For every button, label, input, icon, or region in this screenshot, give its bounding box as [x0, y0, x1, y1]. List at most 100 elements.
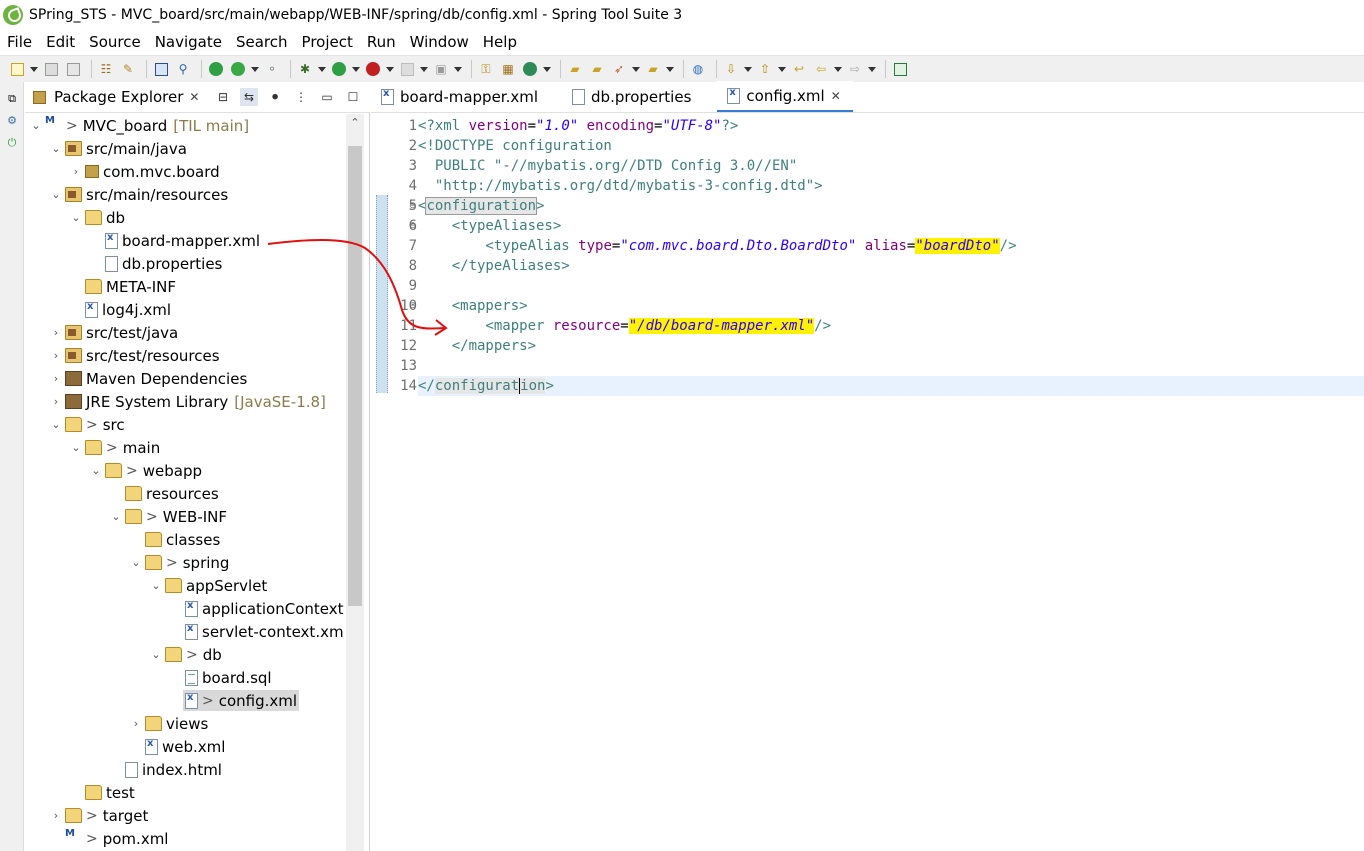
minimize-icon[interactable]: ▭	[318, 88, 336, 106]
menu-run[interactable]: Run	[360, 33, 403, 51]
stop-dropdown-icon[interactable]	[420, 60, 428, 78]
open-task-icon[interactable]: ✎	[119, 60, 137, 78]
tree-item-src-main-resources[interactable]: ⌄ src/main/resources	[25, 183, 345, 206]
menu-search[interactable]: Search	[229, 33, 295, 51]
tree-item-maven-dependencies[interactable]: › Maven Dependencies	[25, 367, 345, 390]
tab-config-xml[interactable]: config.xml ✕	[717, 81, 853, 112]
menu-window[interactable]: Window	[403, 33, 476, 51]
tree-item-web-xml[interactable]: web.xml	[25, 735, 345, 758]
fold-collapse-icon[interactable]: ⊖	[409, 296, 417, 316]
collapsed-arrow-icon[interactable]: ›	[49, 372, 63, 386]
tree-item-test[interactable]: test	[25, 781, 345, 804]
run-dropdown-icon[interactable]	[352, 60, 360, 78]
tab-board-mapper-xml[interactable]: board-mapper.xml	[371, 81, 550, 112]
tree-item-board-mapper-xml[interactable]: board-mapper.xml	[25, 229, 345, 252]
expanded-arrow-icon[interactable]: ⌄	[89, 464, 103, 478]
menu-navigate[interactable]: Navigate	[148, 33, 229, 51]
forward-dropdown-icon[interactable]	[868, 60, 876, 78]
expanded-arrow-icon[interactable]: ⌄	[109, 510, 123, 524]
new-java-project-icon[interactable]: ⚿	[477, 60, 495, 78]
menu-help[interactable]: Help	[476, 33, 524, 51]
tab-db-properties[interactable]: db.properties	[550, 81, 703, 112]
tree-item-spring[interactable]: ⌄ > spring	[25, 551, 345, 574]
menu-source[interactable]: Source	[82, 33, 148, 51]
tree-item-mvc-board[interactable]: ⌄ > MVC_board [TIL main]	[25, 114, 345, 137]
collapsed-arrow-icon[interactable]: ›	[49, 349, 63, 363]
focus-icon[interactable]: ⚫	[266, 88, 284, 106]
collapsed-arrow-icon[interactable]: ›	[49, 809, 63, 823]
view-menu-icon[interactable]: ⋮	[292, 88, 310, 106]
tree-item-src-test-java[interactable]: › src/test/java	[25, 321, 345, 344]
next-annotation-dropdown-icon[interactable]	[744, 60, 752, 78]
boot-dropdown-icon[interactable]	[251, 60, 259, 78]
new-class-dropdown-icon[interactable]	[543, 60, 551, 78]
link-with-editor-icon[interactable]: ⇆	[240, 88, 258, 106]
expanded-arrow-icon[interactable]: ⌄	[49, 418, 63, 432]
tree-item-applicationcontext-xml[interactable]: applicationContext.x	[25, 597, 345, 620]
tree-item-src-test-resources[interactable]: › src/test/resources	[25, 344, 345, 367]
hierarchy-icon[interactable]: ⚙	[5, 114, 19, 128]
menu-file[interactable]: File	[0, 33, 39, 51]
coverage-dropdown-icon[interactable]	[454, 60, 462, 78]
scrollbar-thumb[interactable]	[348, 146, 362, 606]
new-icon[interactable]	[8, 60, 26, 78]
collapsed-arrow-icon[interactable]: ›	[49, 395, 63, 409]
launch-icon[interactable]: ➶	[610, 60, 628, 78]
collapsed-arrow-icon[interactable]: ›	[49, 326, 63, 340]
coverage-icon[interactable]: ▣	[432, 60, 450, 78]
expanded-arrow-icon[interactable]: ⌄	[149, 648, 163, 662]
new-dropdown-icon[interactable]	[30, 60, 38, 78]
expanded-arrow-icon[interactable]: ⌄	[49, 188, 63, 202]
open-task-folder-icon[interactable]: ▰	[644, 60, 662, 78]
code-area[interactable]: <?xml version="1.0" encoding="UTF-8"?> <…	[418, 114, 1364, 851]
new-class-icon[interactable]	[521, 60, 539, 78]
menu-project[interactable]: Project	[295, 33, 360, 51]
tree-item-servlet-context-xml[interactable]: servlet-context.xml	[25, 620, 345, 643]
tree-item-classes[interactable]: classes	[25, 528, 345, 551]
expanded-arrow-icon[interactable]: ⌄	[49, 142, 63, 156]
expanded-arrow-icon[interactable]: ⌄	[29, 119, 43, 133]
expanded-arrow-icon[interactable]: ⌄	[129, 556, 143, 570]
tree-item-meta-inf[interactable]: META-INF	[25, 275, 345, 298]
previous-annotation-icon[interactable]: ⇧	[756, 60, 774, 78]
tree-item-appservlet[interactable]: ⌄ appServlet	[25, 574, 345, 597]
expanded-arrow-icon[interactable]: ⌄	[69, 211, 83, 225]
tree-item-views[interactable]: › views	[25, 712, 345, 735]
tree-item-log4j-xml[interactable]: log4j.xml	[25, 298, 345, 321]
task-dropdown-icon[interactable]	[666, 60, 674, 78]
expanded-arrow-icon[interactable]: ⌄	[149, 579, 163, 593]
start-server-icon[interactable]	[207, 60, 225, 78]
skip-breakpoints-icon[interactable]: ⚬	[263, 60, 281, 78]
launch-dropdown-icon[interactable]	[632, 60, 640, 78]
save-icon[interactable]	[42, 60, 60, 78]
terminal-icon[interactable]	[152, 60, 170, 78]
fold-collapse-icon[interactable]: ⊖	[409, 196, 417, 216]
collapsed-arrow-icon[interactable]: ›	[129, 717, 143, 731]
tree-item-target[interactable]: › > target	[25, 804, 345, 827]
tree-item-pom-xml[interactable]: > pom.xml	[25, 827, 345, 850]
tree-item-index-html[interactable]: index.html	[25, 758, 345, 781]
web-browser-icon[interactable]: ◍	[689, 60, 707, 78]
tree-item-main[interactable]: ⌄ > main	[25, 436, 345, 459]
spring-boot-dashboard-icon[interactable]	[229, 60, 247, 78]
tree-item-resources[interactable]: resources	[25, 482, 345, 505]
menu-edit[interactable]: Edit	[39, 33, 82, 51]
stop-icon[interactable]	[398, 60, 416, 78]
external-tools-icon[interactable]	[364, 60, 382, 78]
new-package-icon[interactable]: ▦	[499, 60, 517, 78]
tree-item-db-properties[interactable]: db.properties	[25, 252, 345, 275]
save-all-icon[interactable]	[64, 60, 82, 78]
explorer-scrollbar[interactable]: ⌃	[346, 114, 364, 851]
boot-dashboard-icon[interactable]: ⏻	[5, 136, 19, 150]
previous-annotation-dropdown-icon[interactable]	[778, 60, 786, 78]
tree-item-src-main-java[interactable]: ⌄ src/main/java	[25, 137, 345, 160]
tree-item-webapp[interactable]: ⌄ > webapp	[25, 459, 345, 482]
expanded-arrow-icon[interactable]: ⌄	[69, 441, 83, 455]
tree-item-board-sql[interactable]: board.sql	[25, 666, 345, 689]
tab-package-explorer[interactable]: Package Explorer ✕	[25, 82, 199, 113]
open-folder-icon[interactable]: ▰	[566, 60, 584, 78]
external-tools-dropdown-icon[interactable]	[386, 60, 394, 78]
run-icon[interactable]	[330, 60, 348, 78]
restore-icon[interactable]: ⧉	[5, 92, 19, 106]
maximize-icon[interactable]: ☐	[344, 88, 362, 106]
